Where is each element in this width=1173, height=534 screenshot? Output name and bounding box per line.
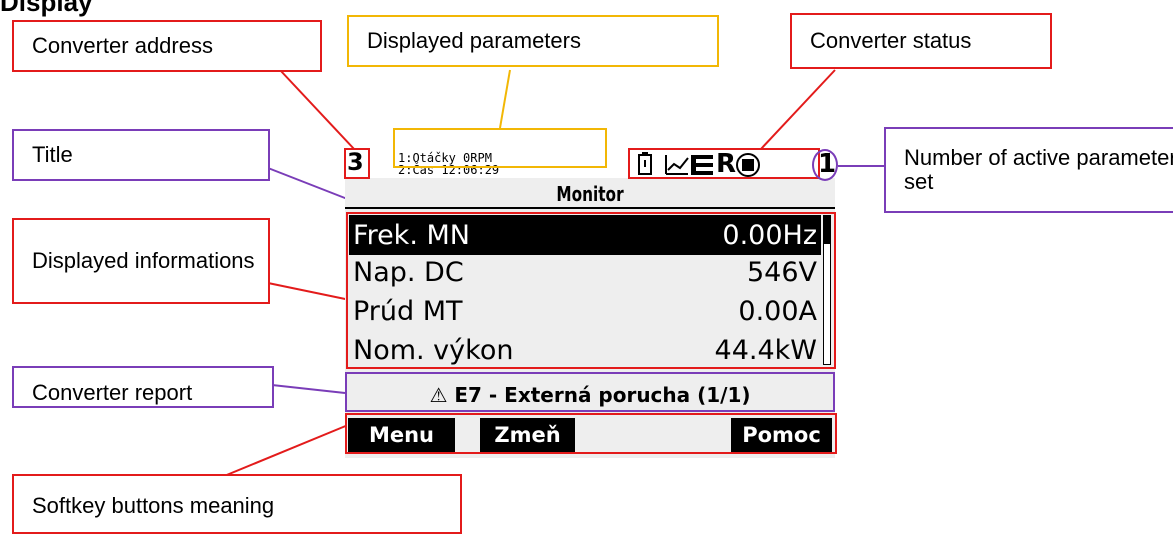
callout-active-set: Number of active parameter set xyxy=(884,127,1173,213)
report-highlight xyxy=(345,372,835,412)
status-highlight xyxy=(628,148,820,179)
active-set-highlight xyxy=(812,149,838,181)
callout-converter-address: Converter address xyxy=(12,20,322,72)
callout-displayed-informations: Displayed informations xyxy=(12,218,270,304)
status-connector xyxy=(759,69,836,151)
informations-connector xyxy=(267,282,351,301)
screen-title: Monitor xyxy=(556,181,624,206)
callout-displayed-parameters: Displayed parameters xyxy=(347,15,719,67)
softkey-highlight xyxy=(345,413,837,454)
callout-converter-status: Converter status xyxy=(790,13,1052,69)
informations-highlight xyxy=(346,212,836,369)
address-highlight xyxy=(344,148,370,179)
callout-title: Title xyxy=(12,129,270,181)
title-connector xyxy=(267,167,351,201)
parameters-highlight xyxy=(393,128,607,168)
parameters-connector xyxy=(499,69,511,129)
callout-softkey-meaning: Softkey buttons meaning xyxy=(12,474,462,534)
title-underline xyxy=(345,207,835,209)
callout-converter-report: Converter report xyxy=(12,366,274,408)
report-connector xyxy=(271,384,346,394)
address-connector xyxy=(279,69,356,151)
